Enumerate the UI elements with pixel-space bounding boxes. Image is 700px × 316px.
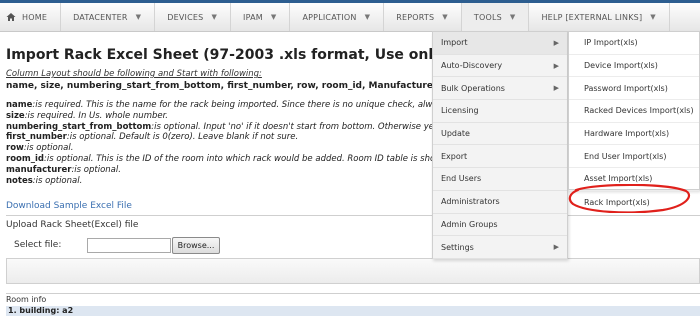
nav-devices-label: DEVICES [167,12,204,22]
menu-item-administrators[interactable]: Administrators [433,191,567,214]
nav-application-label: APPLICATION [302,12,357,22]
submenu-item-hardware-import[interactable]: Hardware Import(xls) [569,123,699,146]
menu-item-label: Bulk Operations [441,83,505,93]
submenu-item-asset-import[interactable]: Asset Import(xls) [569,168,699,191]
menu-item-update[interactable]: Update [433,123,567,146]
chevron-down-icon: ▼ [364,13,371,21]
file-path-field[interactable] [87,238,171,253]
submenu-item-racked-devices-import[interactable]: Racked Devices Import(xls) [569,100,699,123]
chevron-down-icon: ▼ [509,13,516,21]
field-desc: :is optional. [32,175,83,186]
menu-item-label: Settings [441,242,474,252]
nav-ipam-label: IPAM [243,12,263,22]
browse-button[interactable]: Browse... [172,237,220,254]
chevron-down-icon: ▼ [211,13,218,21]
chevron-down-icon: ▼ [650,13,656,21]
field-row: first_number:is optional. Default is 0(z… [6,132,448,143]
chevron-down-icon: ▼ [442,13,448,21]
field-desc: :is optional. Default is 0(zero). Leave … [66,132,299,143]
home-icon [6,12,16,22]
nav-datacenter[interactable]: DATACENTER ▼ [61,3,156,31]
nav-ipam[interactable]: IPAM ▼ [231,3,291,31]
menu-item-label: Admin Groups [441,219,498,229]
nav-help-label: HELP [EXTERNAL LINKS] [541,12,643,22]
room-info-section: Room info 1. building: a2 [6,293,700,316]
chevron-right-icon: ▶ [553,84,559,93]
menu-item-label: Licensing [441,106,479,116]
menu-item-admin-groups[interactable]: Admin Groups [433,214,567,237]
action-bar [6,258,700,284]
menu-item-label: Auto-Discovery [441,61,503,71]
nav-tools[interactable]: TOOLS ▼ [461,3,530,31]
field-desc: :is required. In Us. whole number. [24,110,169,121]
chevron-down-icon: ▼ [270,13,277,21]
menu-item-label: Import [441,38,468,48]
field-row: numbering_start_from_bottom:is optional.… [6,122,448,133]
nav-reports-label: REPORTS [396,12,435,22]
column-layout-list: name, size, numbering_start_from_bottom,… [6,81,471,91]
nav-home[interactable]: HOME [0,3,62,31]
chevron-right-icon: ▶ [553,243,559,252]
field-row: row:is optional. [6,143,448,154]
field-name: room_id [6,153,44,164]
submenu-item-device-import[interactable]: Device Import(xls) [569,55,699,78]
select-file-label: Select file: [14,240,62,250]
menu-item-auto-discovery[interactable]: Auto-Discovery ▶ [433,55,567,78]
menu-item-bulk-operations[interactable]: Bulk Operations ▶ [433,77,567,101]
submenu-item-rack-import[interactable]: Rack Import(xls) [569,191,699,214]
menu-item-export[interactable]: Export [433,145,567,169]
submenu-item-ip-import[interactable]: IP Import(xls) [569,32,699,55]
menu-item-settings[interactable]: Settings ▶ [433,236,567,259]
menu-item-label: Update [441,129,470,139]
field-desc: :is optional. Input 'no' if it doesn't s… [151,121,444,132]
field-name: name [6,100,33,110]
field-row: notes:is optional. [6,176,448,187]
submenu-item-end-user-import[interactable]: End User Import(xls) [569,145,699,169]
field-name: size [6,110,25,121]
menu-item-label: Administrators [441,197,500,207]
nav-reports[interactable]: REPORTS ▼ [384,3,462,31]
chevron-right-icon: ▶ [553,61,559,70]
nav-tools-label: TOOLS [473,12,502,22]
upload-title: Upload Rack Sheet(Excel) file [6,220,139,230]
field-desc: :is optional. This is the ID of the room… [43,153,448,164]
field-desc: :is required. This is the name for the r… [32,100,448,110]
download-sample-link[interactable]: Download Sample Excel File [6,201,132,211]
menu-item-label: End Users [441,174,482,184]
field-row: room_id:is optional. This is the ID of t… [6,154,448,165]
chevron-right-icon: ▶ [553,38,559,47]
main-navbar: HOME DATACENTER ▼ DEVICES ▼ IPAM ▼ APPLICAT… [0,3,700,32]
tools-dropdown-menu: Import ▶ Auto-Discovery ▶ Bulk Operations ▶… [432,31,568,259]
field-descriptions: name:is required. This is the name for t… [6,100,448,186]
field-desc: :is optional. [23,143,74,154]
field-row: manufacturer:is optional. [6,165,448,176]
nav-devices[interactable]: DEVICES ▼ [155,3,232,31]
field-name: row [6,143,24,154]
column-layout-note: Column Layout should be following and St… [6,69,262,79]
field-row: name:is required. This is the name for t… [6,100,448,111]
menu-item-licensing[interactable]: Licensing [433,100,567,123]
field-name: first_number [6,132,67,143]
field-name: notes [6,175,33,186]
field-desc: :is optional. [71,164,121,175]
nav-help[interactable]: HELP [EXTERNAL LINKS] ▼ [529,3,670,31]
field-name: manufacturer [6,164,72,175]
field-name: numbering_start_from_bottom [6,121,152,132]
menu-item-import[interactable]: Import ▶ [433,32,567,55]
table-row: 1. building: a2 [6,306,700,316]
import-submenu: IP Import(xls) Device Import(xls) Passwo… [568,31,700,207]
nav-home-label: HOME [22,12,48,22]
room-info-label: Room info [6,295,47,304]
submenu-item-password-import[interactable]: Password Import(xls) [569,77,699,101]
chevron-down-icon: ▼ [135,13,142,21]
menu-item-label: Export [441,151,468,161]
nav-datacenter-label: DATACENTER [73,12,128,22]
field-row: size:is required. In Us. whole number. [6,111,448,122]
menu-item-end-users[interactable]: End Users [433,168,567,191]
nav-application[interactable]: APPLICATION ▼ [290,3,385,31]
